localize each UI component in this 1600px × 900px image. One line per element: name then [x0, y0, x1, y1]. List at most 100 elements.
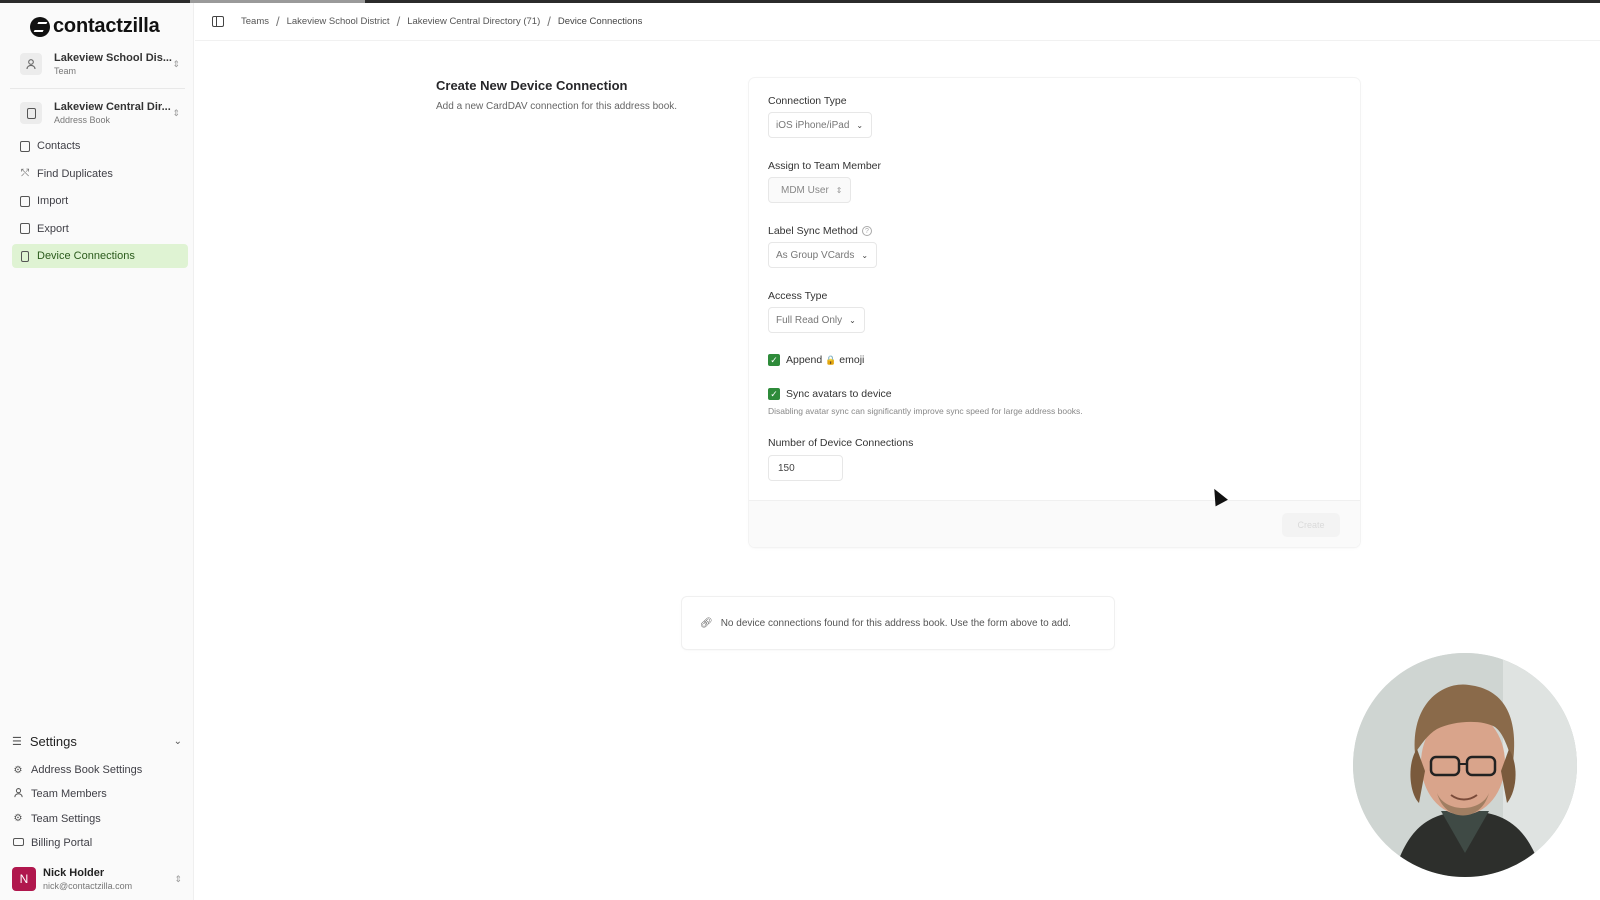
slash-icon: / — [547, 14, 551, 29]
help-icon[interactable]: ? — [861, 226, 872, 236]
num-connections-input[interactable]: 150 — [768, 455, 843, 481]
connection-type-select[interactable]: iOS iPhone/iPad ⌄ — [768, 112, 873, 138]
chevron-down-icon: ⌄ — [856, 120, 864, 130]
nav-item-label: Contacts — [37, 140, 81, 152]
nav-item-device-connections[interactable]: Device Connections — [12, 244, 188, 268]
nav-item-import[interactable]: Import — [12, 189, 188, 213]
append-emoji-row[interactable]: ✓ Append 🔒 emoji — [768, 354, 864, 366]
access-type-label: Access Type — [768, 290, 828, 302]
chevrons-updown-icon: ⇕ — [174, 873, 182, 884]
link-icon: 🔗︎ — [700, 617, 713, 629]
lock-emoji: 🔒 — [825, 354, 837, 365]
breadcrumb-team[interactable]: Lakeview School District — [287, 16, 390, 27]
append-emoji-label: Append — [786, 354, 823, 366]
app-name: contactzilla — [53, 15, 160, 37]
team-name: Lakeview School Dis... — [54, 52, 172, 64]
book-icon — [20, 102, 42, 124]
chevrons-updown-icon: ⇕ — [835, 185, 843, 195]
nav-item-label: Export — [37, 222, 69, 235]
divider — [10, 88, 185, 89]
export-icon — [19, 223, 31, 235]
app-logo[interactable]: contactzilla — [30, 15, 160, 38]
nav-item-label: Import — [37, 195, 69, 207]
breadcrumb-address-book[interactable]: Lakeview Central Directory (71) — [407, 16, 540, 27]
address-book-label: Address Book — [54, 115, 111, 125]
users-icon — [20, 53, 42, 75]
label-sync-value: As Group VCards — [776, 249, 855, 261]
logo-icon — [30, 16, 50, 37]
slash-icon: / — [275, 14, 280, 29]
page-title: Create New Device Connection — [436, 78, 628, 93]
sync-avatars-hint: Disabling avatar sync can significantly … — [768, 406, 1083, 416]
card-footer: Create — [749, 500, 1360, 547]
nav-item-label: Device Connections — [37, 250, 135, 262]
connection-type-value: iOS iPhone/iPad — [776, 119, 850, 131]
contacts-icon — [19, 140, 31, 152]
nav-item-find-duplicates[interactable]: ⤲ Find Duplicates — [12, 162, 188, 186]
settings-list: ⚙ Address Book Settings Team Members ⚙ T… — [12, 758, 188, 855]
users-icon — [12, 787, 24, 801]
team-label: Team — [54, 66, 77, 76]
sync-avatars-row[interactable]: ✓ Sync avatars to device — [768, 388, 892, 400]
breadcrumb-teams[interactable]: Teams — [241, 16, 269, 27]
settings-item-team-members[interactable]: Team Members — [12, 782, 188, 806]
chevrons-updown-icon: ⇕ — [172, 58, 180, 69]
settings-item-billing-portal[interactable]: Billing Portal — [12, 831, 188, 855]
settings-title: Settings — [29, 734, 77, 749]
import-icon — [19, 195, 31, 207]
empty-state-text: No device connections found for this add… — [720, 617, 1071, 629]
top-bar: Teams / Lakeview School District / Lakev… — [195, 3, 1600, 41]
num-connections-label: Number of Device Connections — [768, 437, 914, 449]
settings-item-team-settings[interactable]: ⚙ Team Settings — [12, 807, 188, 831]
access-type-select[interactable]: Full Read Only ⌄ — [768, 307, 865, 333]
presenter-video — [1353, 653, 1577, 877]
empty-state: 🔗︎ No device connections found for this … — [682, 597, 1114, 649]
chevron-down-icon: ⌄ — [861, 250, 869, 260]
sync-avatars-label: Sync avatars to device — [786, 388, 892, 400]
access-type-value: Full Read Only — [776, 314, 843, 326]
label-sync-select[interactable]: As Group VCards ⌄ — [768, 242, 878, 268]
chevron-down-icon: ⌄ — [849, 315, 856, 325]
main-nav: Contacts ⤲ Find Duplicates Import Export… — [12, 134, 188, 272]
team-switcher[interactable]: Lakeview School Dis... Team ⇕ — [14, 47, 184, 81]
breadcrumb-current: Device Connections — [557, 16, 643, 27]
user-menu[interactable]: N Nick Holder nick@contactzilla.com ⇕ — [12, 867, 182, 891]
address-book-name: Lakeview Central Dir... — [54, 101, 171, 113]
sliders-icon: ☰ — [12, 736, 22, 748]
avatar: N — [12, 867, 36, 891]
settings-item-label: Team Members — [31, 788, 107, 801]
create-button[interactable]: Create — [1282, 513, 1340, 537]
assign-member-label: Assign to Team Member — [768, 160, 882, 172]
nav-item-contacts[interactable]: Contacts — [12, 134, 188, 158]
webcam-overlay — [1353, 653, 1577, 877]
append-emoji-checkbox[interactable]: ✓ — [768, 354, 780, 366]
settings-item-label: Team Settings — [31, 812, 101, 825]
label-sync-label: Label Sync Method? — [768, 225, 872, 237]
sidebar-toggle-icon[interactable] — [212, 16, 224, 27]
connection-type-label: Connection Type — [768, 95, 847, 107]
settings-item-label: Billing Portal — [31, 837, 93, 850]
card-icon — [12, 837, 24, 849]
page-description: Add a new CardDAV connection for this ad… — [436, 101, 678, 112]
slash-icon: / — [396, 14, 401, 29]
chevrons-updown-icon: ⇕ — [172, 107, 180, 118]
settings-item-address-book-settings[interactable]: ⚙ Address Book Settings — [12, 758, 188, 782]
device-icon — [19, 250, 31, 262]
user-name: Nick Holder — [43, 867, 105, 879]
label-sync-label-text: Label Sync Method — [768, 225, 858, 237]
breadcrumb: Teams / Lakeview School District / Lakev… — [241, 14, 642, 29]
gear-icon: ⚙ — [13, 813, 23, 825]
settings-item-label: Address Book Settings — [31, 764, 143, 777]
address-book-switcher[interactable]: Lakeview Central Dir... Address Book ⇕ — [14, 96, 184, 130]
assign-member-select[interactable]: MDM User ⇕ — [768, 177, 852, 203]
sync-avatars-checkbox[interactable]: ✓ — [768, 388, 780, 400]
connection-form-card: Connection Type iOS iPhone/iPad ⌄ Assign… — [749, 78, 1360, 547]
nav-item-label: Find Duplicates — [37, 167, 113, 180]
user-email: nick@contactzilla.com — [43, 881, 133, 891]
assign-member-value: MDM User — [781, 184, 829, 196]
sidebar: contactzilla Lakeview School Dis... Team… — [0, 3, 194, 900]
nav-item-export[interactable]: Export — [12, 217, 188, 241]
chevron-down-icon: ⌄ — [173, 736, 182, 747]
settings-toggle[interactable]: ☰ Settings ⌄ — [12, 734, 182, 749]
gear-icon: ⚙ — [13, 764, 23, 776]
